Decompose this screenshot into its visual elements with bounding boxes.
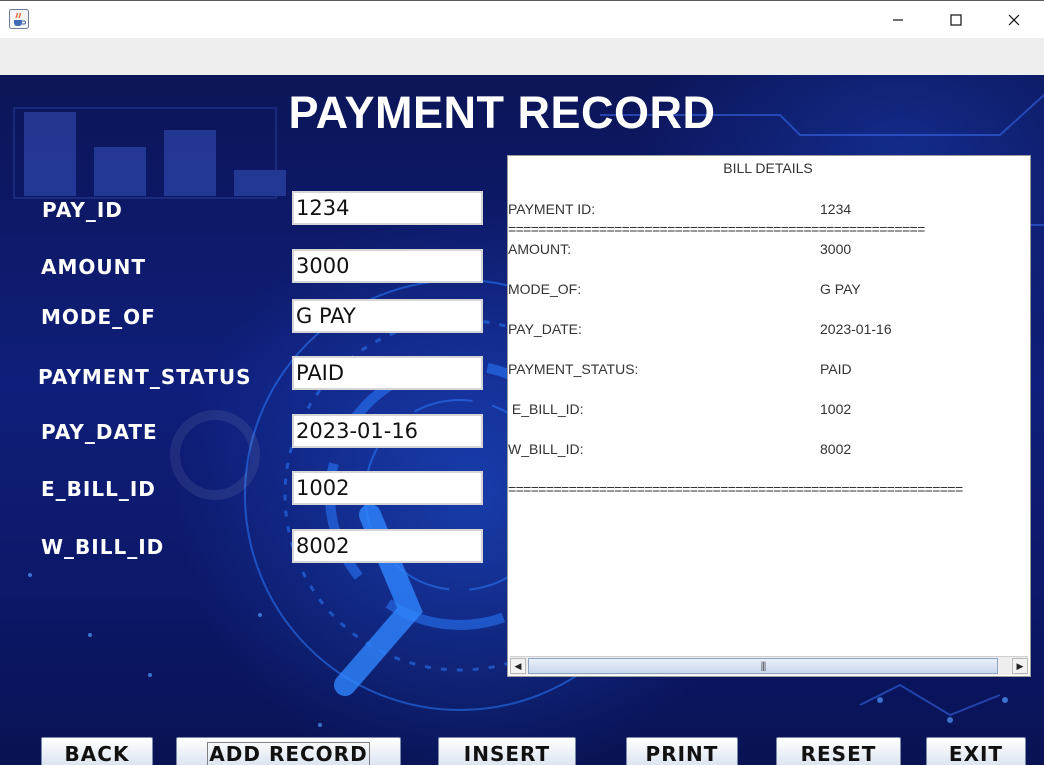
bill-separator: ========================================… (508, 221, 925, 237)
pay-id-label: PAY_ID (42, 198, 123, 222)
amount-label: AMOUNT (41, 255, 147, 279)
bill-row-value: 1002 (820, 401, 852, 417)
payment-status-input[interactable] (292, 356, 483, 390)
reset-button[interactable]: RESET (776, 737, 901, 765)
back-button[interactable]: BACK (41, 737, 153, 765)
mode-of-label: MODE_OF (41, 305, 156, 329)
exit-button[interactable]: EXIT (926, 737, 1026, 765)
minimize-button[interactable] (869, 1, 927, 38)
w-bill-id-input[interactable] (292, 529, 483, 563)
maximize-button[interactable] (927, 1, 985, 38)
mode-of-input[interactable] (292, 299, 483, 333)
pay-id-input[interactable] (292, 191, 483, 225)
add-record-button-label: ADD RECORD (207, 742, 370, 765)
pay-date-label: PAY_DATE (41, 420, 158, 444)
bill-details-heading: BILL DETAILS (723, 160, 813, 176)
e-bill-id-input[interactable] (292, 471, 483, 505)
bill-row-value: 1234 (820, 201, 852, 217)
bill-row-value: 8002 (820, 441, 852, 457)
scroll-left-arrow-icon[interactable]: ◀ (510, 658, 526, 674)
close-button[interactable] (985, 1, 1043, 38)
insert-button[interactable]: INSERT (438, 737, 576, 765)
menu-bar (0, 38, 1044, 75)
payment-status-label: PAYMENT_STATUS (38, 365, 252, 389)
java-coffee-cup-icon[interactable] (9, 9, 29, 29)
w-bill-id-label: W_BILL_ID (41, 535, 165, 559)
bill-details-content: BILL DETAILS PAYMENT ID: 1234 ==========… (508, 156, 1030, 656)
bill-row-label: PAY_DATE: (508, 321, 582, 337)
bill-row-value: PAID (820, 361, 852, 377)
reset-button-label: RESET (800, 742, 877, 765)
back-button-label: BACK (64, 742, 130, 765)
print-button[interactable]: PRINT (626, 737, 738, 765)
page-title: PAYMENT RECORD (288, 87, 716, 138)
exit-button-label: EXIT (948, 742, 1004, 765)
bill-row-label: E_BILL_ID: (508, 401, 584, 417)
bill-row-label: AMOUNT: (508, 241, 571, 257)
bill-row-label: PAYMENT ID: (508, 201, 596, 217)
pay-date-input[interactable] (292, 414, 483, 448)
insert-button-label: INSERT (463, 742, 551, 765)
window-titlebar (0, 0, 1044, 38)
bill-row-label: PAYMENT_STATUS: (508, 361, 639, 377)
scroll-thumb[interactable]: ||| (528, 658, 998, 674)
horizontal-scrollbar[interactable]: ◀ ||| ▶ (510, 656, 1028, 675)
print-button-label: PRINT (645, 742, 719, 765)
maximize-icon (950, 13, 962, 26)
payment-record-panel: PAYMENT RECORD PAY_ID AMOUNT MODE_OF PAY… (0, 75, 1044, 765)
e-bill-id-label: E_BILL_ID (41, 477, 156, 501)
bill-row-value: 2023-01-16 (820, 321, 892, 337)
amount-input[interactable] (292, 249, 483, 283)
minimize-icon (893, 18, 903, 21)
bill-row-value: G PAY (820, 281, 861, 297)
bill-row-label: W_BILL_ID: (508, 441, 584, 457)
bill-row-value: 3000 (820, 241, 852, 257)
bill-separator: ========================================… (508, 481, 963, 497)
bill-details-textarea[interactable]: BILL DETAILS PAYMENT ID: 1234 ==========… (507, 155, 1031, 677)
add-record-button[interactable]: ADD RECORD (176, 737, 401, 765)
bill-row-label: MODE_OF: (508, 281, 582, 297)
close-icon (1008, 14, 1020, 25)
scroll-right-arrow-icon[interactable]: ▶ (1012, 658, 1028, 674)
